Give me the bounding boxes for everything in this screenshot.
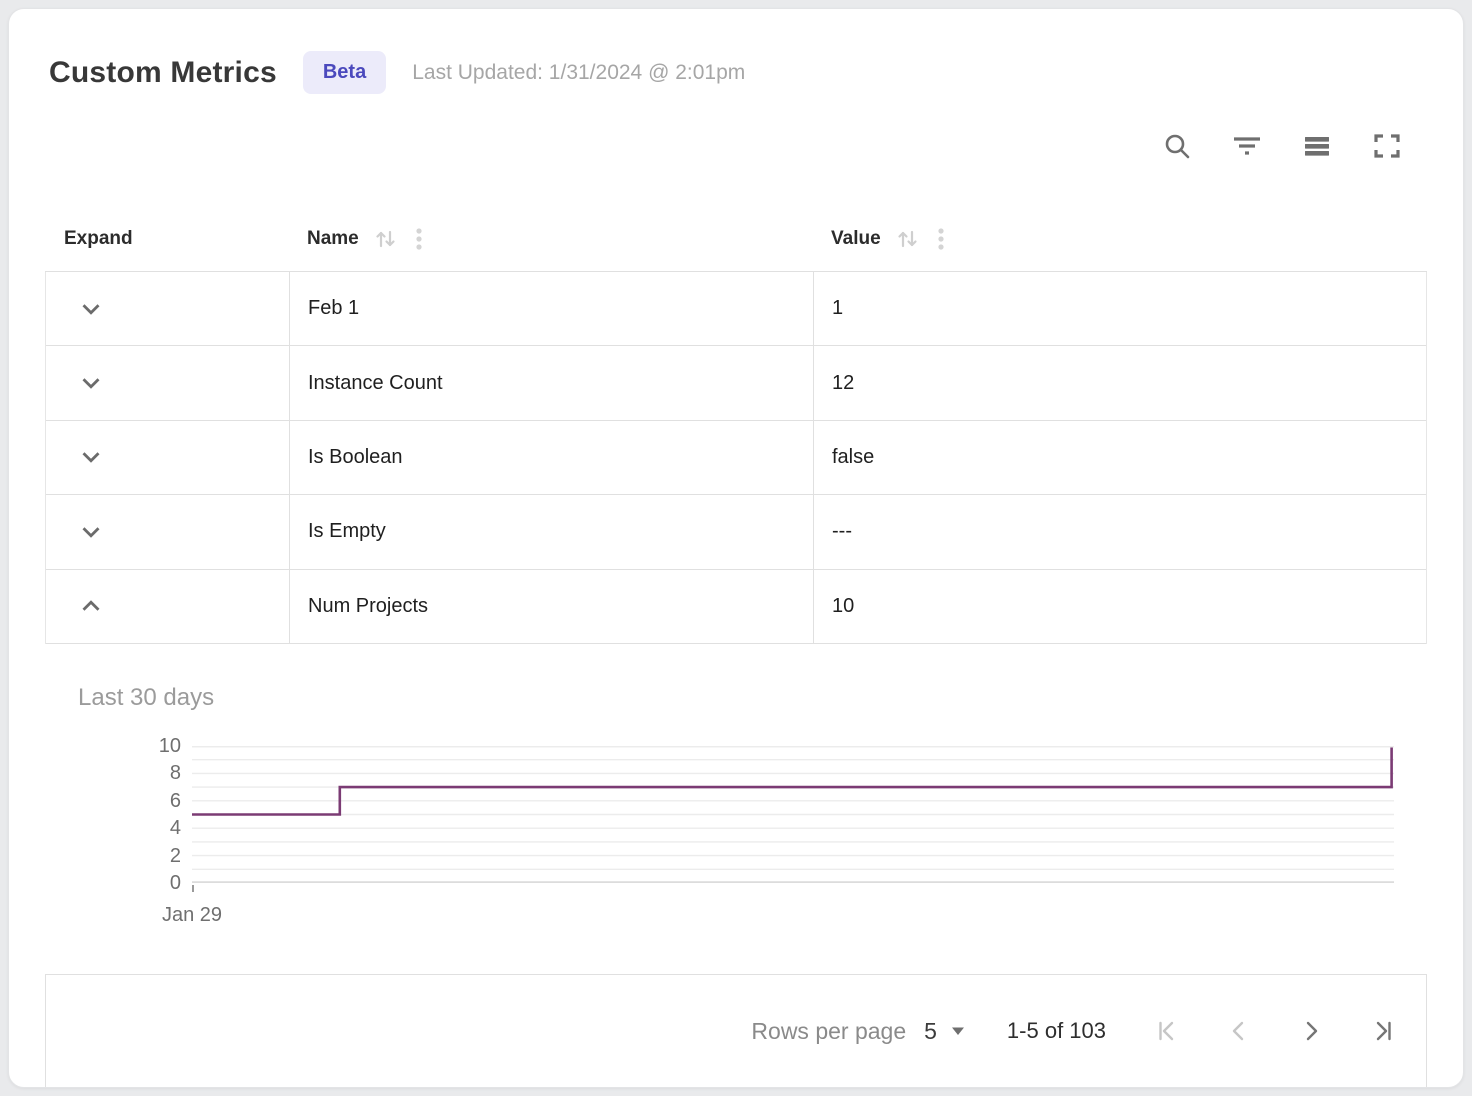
table-body: Feb 1 1 Instance Count 12 Is Boole: [45, 272, 1427, 644]
table-row: Instance Count 12: [46, 346, 1426, 420]
cell-value: 12: [813, 346, 1426, 419]
cell-name: Feb 1: [289, 272, 813, 345]
chart-y-tick-label: 6: [78, 789, 181, 813]
last-page-icon[interactable]: [1370, 1018, 1396, 1044]
rows-per-page-label: Rows per page: [751, 1018, 906, 1045]
sort-icon[interactable]: [373, 226, 399, 252]
column-label: Name: [307, 228, 359, 250]
chart-y-tick-label: 4: [78, 816, 181, 840]
cell-value: 1: [813, 272, 1426, 345]
page-header: Custom Metrics Beta Last Updated: 1/31/2…: [9, 9, 1463, 94]
chart-y-axis: 1086420: [78, 746, 181, 883]
column-label: Value: [831, 228, 881, 250]
table-row: Feb 1 1: [46, 272, 1426, 346]
chart-x-tick: [192, 885, 194, 892]
column-label: Expand: [64, 228, 133, 250]
custom-metrics-card: Custom Metrics Beta Last Updated: 1/31/2…: [8, 8, 1464, 1088]
table-header-row: Expand Name Value: [45, 206, 1427, 272]
table-row: Num Projects 10: [46, 570, 1426, 644]
cell-value: 10: [813, 570, 1426, 643]
column-menu-icon[interactable]: [931, 226, 951, 252]
grid-toolbar: [9, 130, 1463, 162]
last-updated-text: Last Updated: 1/31/2024 @ 2:01pm: [412, 61, 745, 85]
chart-y-tick-label: 8: [78, 761, 181, 785]
next-page-icon[interactable]: [1298, 1018, 1324, 1044]
chart-y-tick-label: 0: [78, 871, 181, 895]
column-header-value[interactable]: Value: [812, 206, 1427, 271]
rows-per-page-value: 5: [924, 1018, 937, 1045]
cell-value: false: [813, 421, 1426, 494]
column-header-name[interactable]: Name: [288, 206, 812, 271]
expand-chevron-icon[interactable]: [77, 443, 105, 471]
data-grid: Expand Name Value: [45, 206, 1427, 974]
chart-y-tick-label: 2: [78, 844, 181, 868]
chevron-down-icon: [951, 1026, 965, 1036]
column-menu-icon[interactable]: [409, 226, 429, 252]
previous-page-icon[interactable]: [1226, 1018, 1252, 1044]
table-row: Is Boolean false: [46, 421, 1426, 495]
collapse-chevron-icon[interactable]: [77, 592, 105, 620]
cell-name: Num Projects: [289, 570, 813, 643]
rows-per-page-select[interactable]: 5: [924, 1018, 965, 1045]
chart: 1086420 Jan 29: [78, 746, 1427, 956]
density-icon[interactable]: [1301, 130, 1333, 162]
chart-x-label: Jan 29: [162, 904, 222, 927]
expand-chevron-icon[interactable]: [77, 369, 105, 397]
search-icon[interactable]: [1161, 130, 1193, 162]
first-page-icon[interactable]: [1154, 1018, 1180, 1044]
row-detail-panel: Last 30 days 10 8 6 4 2 0 Jan 29: [45, 644, 1427, 956]
pagination-range-label: 1-5 of 103: [1007, 1018, 1106, 1044]
chart-y-tick-label: 10: [78, 734, 181, 758]
filter-icon[interactable]: [1231, 130, 1263, 162]
page-title: Custom Metrics: [49, 56, 277, 90]
cell-value: ---: [813, 495, 1426, 568]
expand-chevron-icon[interactable]: [77, 295, 105, 323]
chart-title: Last 30 days: [78, 684, 1427, 712]
cell-name: Is Boolean: [289, 421, 813, 494]
pagination-nav: [1154, 1018, 1396, 1044]
chart-plot-svg: [192, 746, 1394, 883]
column-header-expand: Expand: [45, 206, 288, 271]
table-row: Is Empty ---: [46, 495, 1426, 569]
fullscreen-icon[interactable]: [1371, 130, 1403, 162]
expand-chevron-icon[interactable]: [77, 518, 105, 546]
beta-badge: Beta: [303, 51, 386, 94]
cell-name: Is Empty: [289, 495, 813, 568]
table-footer: Rows per page 5 1-5 of 103: [45, 974, 1427, 1087]
sort-icon[interactable]: [895, 226, 921, 252]
cell-name: Instance Count: [289, 346, 813, 419]
